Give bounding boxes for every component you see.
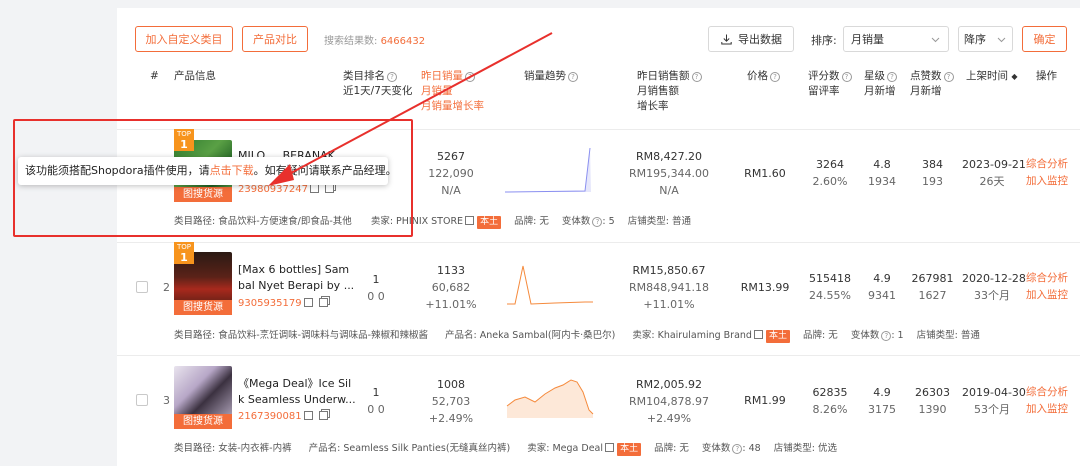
category-path-row: 类目路径: 女装-内衣裤-内裤 产品名: Seamless Silk Panti… [174,443,837,456]
row-actions: 综合分析 加入监控 [1026,384,1068,418]
row-checkbox[interactable] [136,394,148,406]
help-icon: ? [732,444,743,454]
external-link-icon[interactable] [753,330,763,339]
add-monitor-link[interactable]: 加入监控 [1026,175,1068,187]
divider [117,242,1080,243]
add-custom-category-button[interactable]: 加入自定义类目 [135,26,233,52]
rank-cell: 10 0 [367,273,385,303]
top-badge: TOP 1 [174,242,194,264]
help-icon: ? [943,72,954,82]
price: RM1.60 [744,167,786,180]
ratings-cell: 515418 24.55% [809,272,851,302]
add-monitor-link[interactable]: 加入监控 [1026,403,1068,415]
sort-label: 排序: [811,34,837,47]
divider [117,355,1080,356]
sales-cell: 1008 52,703 +2.49% [428,378,474,425]
likes-cell: 384 193 [922,158,943,188]
price: RM1.99 [744,394,786,407]
sort-field-value: 月销量 [851,33,884,46]
export-data-label: 导出数据 [738,33,782,46]
ratings-cell: 3264 2.60% [812,158,848,188]
row-number: 2 [163,281,170,294]
col-listed[interactable]: 上架时间 ◆ [966,69,1018,84]
ratings-cell: 62835 8.26% [812,386,848,416]
sort-field-select[interactable]: 月销量 [843,26,949,52]
local-badge: 本土 [617,443,642,456]
col-ratings[interactable]: 评分数? 留评率 [808,69,852,99]
rank-cell: 10 0 [367,386,385,416]
amount-cell: RM15,850.67 RM848,941.18 +11.01% [628,264,710,311]
product-title[interactable]: [Max 6 bottles] Sam bal Nyet Berapi by ..… [238,262,354,294]
add-monitor-link[interactable]: 加入监控 [1026,289,1068,301]
likes-cell: 267981 1627 [911,272,954,302]
local-badge: 本土 [477,216,502,229]
help-icon: ? [592,217,603,227]
col-likes[interactable]: 点赞数? 月新增 [910,69,954,99]
col-star[interactable]: 星级? 月新增 [864,69,897,99]
row-actions: 综合分析 加入监控 [1026,270,1068,304]
listed-cell: 2020-12-28 33个月 [962,272,1026,302]
sales-trend-chart[interactable] [505,370,595,420]
image-search-button[interactable]: 图搜货源 [174,300,232,315]
row-number: 3 [163,394,170,407]
amount-cell: RM8,427.20 RM195,344.00 N/A [628,150,710,197]
chevron-down-icon [997,37,1006,43]
help-icon: ? [568,72,578,82]
chevron-down-icon [931,37,940,43]
help-icon: ? [770,72,780,82]
external-link-icon [303,411,313,420]
category-path-row: 类目路径: 食品饮料-烹饪调味-调味料与调味品-辣椒和辣椒酱 产品名: Anek… [174,330,980,343]
product-title[interactable]: 《Mega Deal》Ice Sil k Seamless Underw... [238,376,356,408]
image-search-button[interactable]: 图搜货源 [174,414,232,429]
product-id[interactable]: 9305935179 [238,298,328,309]
star-cell: 4.9 9341 [868,272,896,302]
help-icon: ? [881,331,892,341]
col-price[interactable]: 价格? [747,69,780,84]
listed-cell: 2019-04-30 53个月 [962,386,1026,416]
sales-cell: 1133 60,682 +11.01% [425,264,477,311]
analysis-link[interactable]: 综合分析 [1026,272,1068,284]
local-badge: 本土 [766,330,791,343]
product-id[interactable]: 2167390081 [238,411,328,422]
sort-order-select[interactable]: 降序 [958,26,1013,52]
star-cell: 4.9 3175 [868,386,896,416]
col-product: 产品信息 [174,70,216,82]
help-icon: ? [691,72,702,82]
col-amount[interactable]: 昨日销售额? 月销售额 增长率 [637,69,702,114]
annotation-arrow [268,32,553,186]
help-icon: ? [841,72,852,82]
copy-icon [318,298,328,307]
help-icon: ? [887,72,897,82]
likes-cell: 26303 1390 [915,386,950,416]
analysis-link[interactable]: 综合分析 [1026,158,1068,170]
row-checkbox[interactable] [136,281,148,293]
sales-trend-chart[interactable] [505,262,595,308]
sort-icon: ◆ [1011,72,1018,81]
star-cell: 4.8 1934 [868,158,896,188]
listed-cell: 2023-09-21 26天 [962,158,1026,188]
amount-cell: RM2,005.92 RM104,878.97 +2.49% [628,378,710,425]
row-actions: 综合分析 加入监控 [1026,156,1068,190]
price: RM13.99 [740,281,790,294]
copy-icon [318,411,328,420]
col-ops: 操作 [1036,70,1057,82]
external-link-icon [303,298,313,307]
download-icon [721,34,732,44]
analysis-link[interactable]: 综合分析 [1026,386,1068,398]
sort-order-value: 降序 [964,33,986,46]
confirm-button[interactable]: 确定 [1022,26,1067,52]
col-num: # [150,70,159,82]
external-link-icon[interactable] [465,216,475,225]
external-link-icon[interactable] [605,443,615,452]
export-data-button[interactable]: 导出数据 [708,26,794,52]
